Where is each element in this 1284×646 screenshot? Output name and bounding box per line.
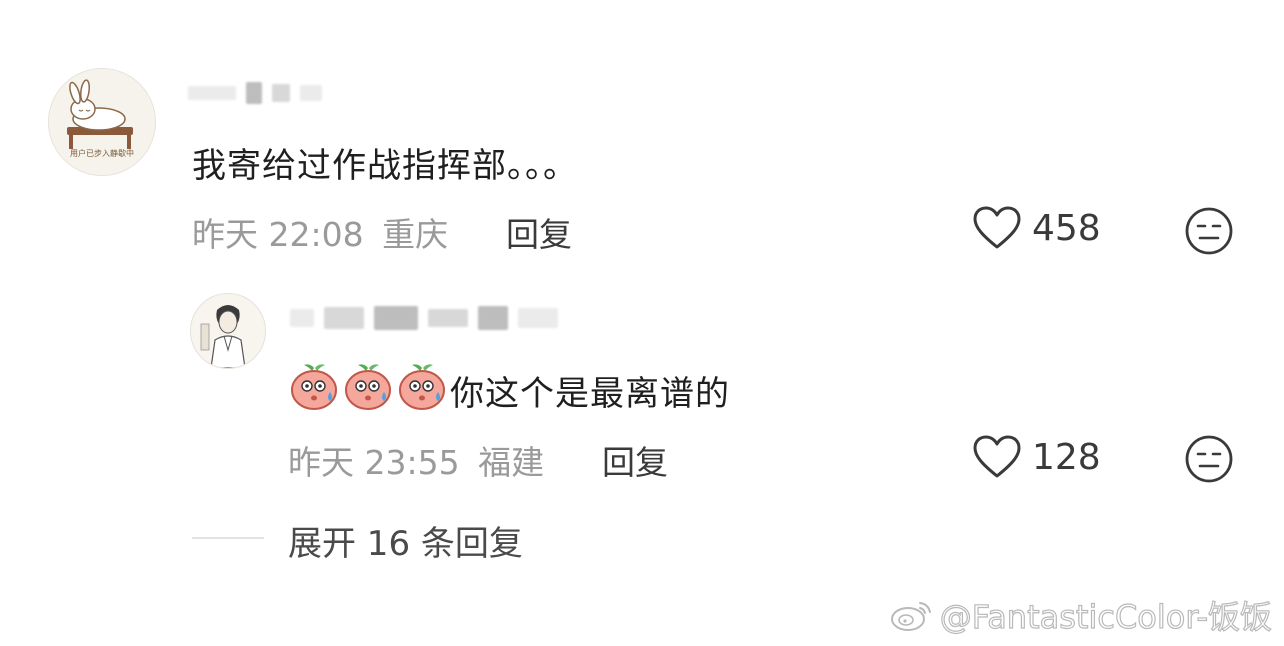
reply-username-blurred[interactable] bbox=[290, 306, 558, 330]
avatar[interactable]: 用户已步入静歇中 bbox=[48, 68, 156, 176]
watermark-text: @FantasticColor-饭饭 bbox=[939, 597, 1272, 636]
expand-replies-button[interactable]: 展开 16 条回复 bbox=[288, 516, 523, 565]
sweating-peach-emoji bbox=[399, 364, 445, 410]
like-button[interactable]: 458 bbox=[972, 205, 1101, 251]
dislike-button[interactable] bbox=[1184, 206, 1234, 260]
like-button[interactable]: 128 bbox=[972, 434, 1101, 480]
dislike-button[interactable] bbox=[1184, 434, 1234, 488]
heart-icon bbox=[973, 435, 1021, 478]
like-count: 458 bbox=[1032, 207, 1101, 249]
like-count: 128 bbox=[1032, 436, 1101, 478]
sketch-portrait-icon bbox=[191, 294, 265, 368]
comment-text: 我寄给过作战指挥部。。。 bbox=[192, 146, 578, 186]
reply-button[interactable]: 回复 bbox=[506, 208, 572, 256]
sleeping-rabbit-icon bbox=[49, 69, 155, 175]
comment-location: 重庆 bbox=[382, 215, 449, 254]
watermark: @FantasticColor-饭饭 bbox=[890, 592, 1273, 638]
reply-text: 你这个是最离谱的 bbox=[450, 374, 730, 414]
avatar-caption: 用户已步入静歇中 bbox=[70, 149, 134, 158]
emoji-row bbox=[288, 360, 448, 412]
weibo-logo-icon bbox=[890, 602, 931, 631]
sweating-peach-emoji bbox=[291, 364, 337, 410]
expand-divider bbox=[192, 537, 264, 539]
neutral-face-icon bbox=[1185, 435, 1233, 483]
heart-icon bbox=[973, 206, 1021, 249]
comment-timestamp: 昨天 22:08 重庆 bbox=[192, 208, 448, 256]
comment-time: 昨天 22:08 bbox=[192, 215, 364, 254]
sweating-peach-emoji bbox=[345, 364, 391, 410]
reply-time: 昨天 23:55 bbox=[288, 443, 460, 482]
reply-timestamp: 昨天 23:55 福建 bbox=[288, 436, 544, 484]
comment-thread: 用户已步入静歇中 我寄给过作战指挥部。。。 昨天 22:08 重庆 回复 458 bbox=[0, 0, 1284, 646]
reply-location: 福建 bbox=[478, 443, 545, 482]
reply-button[interactable]: 回复 bbox=[602, 436, 668, 484]
reply-avatar[interactable] bbox=[190, 293, 266, 369]
username-blurred[interactable] bbox=[188, 82, 322, 104]
neutral-face-icon bbox=[1185, 207, 1233, 255]
